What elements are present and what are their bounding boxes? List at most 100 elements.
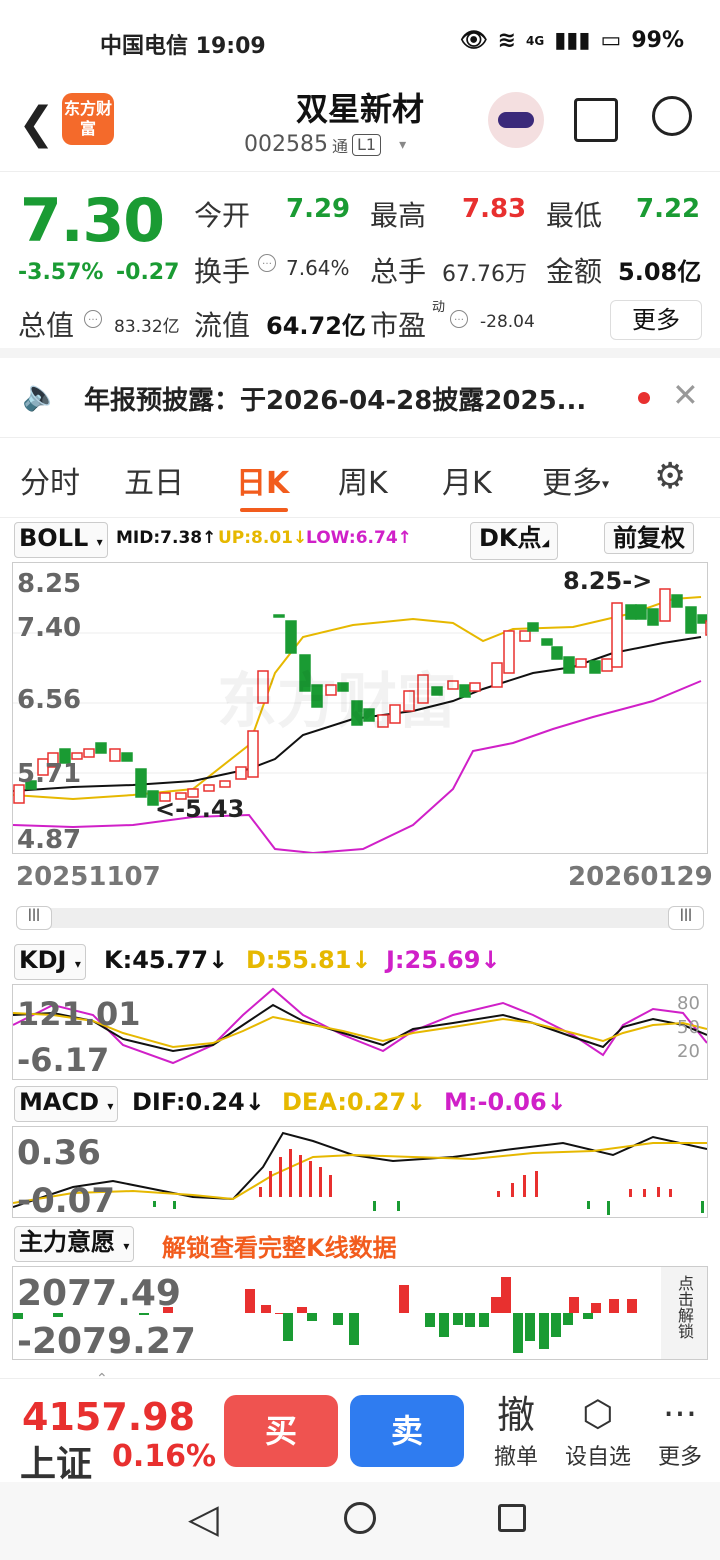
macd-histogram-bar: [299, 1155, 302, 1197]
signal-icon: ▮▮▮: [554, 28, 591, 53]
status-icons: 👁 ≋ 4G ▮▮▮ ▭ 99%: [460, 28, 684, 53]
flow-bar: [551, 1313, 561, 1337]
settings-gear-icon[interactable]: ⚙: [654, 456, 686, 497]
more-label: 更多: [657, 1445, 702, 1470]
candle: [685, 606, 697, 634]
buy-button[interactable]: 买: [224, 1395, 338, 1467]
range-slider-track[interactable]: ||| |||: [16, 906, 704, 930]
tab-weekly-k[interactable]: 周K: [338, 458, 388, 502]
index-value[interactable]: 4157.98: [22, 1395, 195, 1439]
macd-histogram-bar: [523, 1175, 526, 1197]
close-icon[interactable]: ✕: [672, 376, 699, 414]
flow-bar: [627, 1299, 637, 1313]
index-percent: 0.16%: [112, 1439, 217, 1474]
share-icon[interactable]: [574, 98, 618, 142]
candle: [671, 594, 683, 608]
adjust-button[interactable]: 前复权: [604, 522, 694, 554]
flow-bar: [501, 1277, 511, 1313]
info-icon[interactable]: …: [258, 254, 276, 272]
tab-more[interactable]: 更多▾: [542, 458, 609, 502]
kdj-k: K:45.77↓: [104, 946, 229, 974]
add-watchlist-button[interactable]: ⬡ 设自选: [560, 1391, 636, 1471]
candle: [589, 660, 601, 674]
zlyy-chart[interactable]: 2077.49 -2079.27 点击解锁: [12, 1266, 708, 1362]
boll-up: UP:8.01↓: [218, 528, 308, 548]
flow-bar: [583, 1313, 593, 1319]
tab-intraday[interactable]: 分时: [20, 458, 80, 502]
high-value: 7.83: [462, 194, 527, 224]
more-actions-button[interactable]: ··· 更多: [652, 1391, 708, 1471]
sell-button[interactable]: 卖: [350, 1395, 464, 1467]
nav-recent-icon[interactable]: [498, 1504, 526, 1532]
candle: [459, 684, 471, 698]
macd-chart[interactable]: 0.36 -0.07: [12, 1126, 708, 1221]
search-icon[interactable]: [652, 96, 692, 136]
kdj-header: KDJ ▾ K:45.77↓ D:55.81↓ J:25.69↓: [0, 944, 720, 980]
zlyy-y-top: 2077.49: [17, 1273, 181, 1314]
info-icon[interactable]: …: [450, 310, 468, 328]
macd-histogram-bar: [373, 1201, 376, 1211]
macd-histogram-bar: [629, 1189, 632, 1197]
flow-bar: [283, 1313, 293, 1341]
candle: [135, 768, 147, 798]
dk-point-label: DK点: [479, 524, 542, 552]
low-marker: <-5.43: [155, 795, 245, 823]
dropdown-icon: ▾: [107, 1099, 114, 1113]
dk-point-button[interactable]: DK点◢: [470, 522, 559, 560]
watchlist-label: 设自选: [564, 1445, 631, 1470]
volume-label: 总手: [370, 255, 427, 288]
high-marker: 8.25->: [563, 567, 653, 595]
cancel-order-button[interactable]: 撤 撤单: [488, 1391, 544, 1471]
more-quote-button[interactable]: 更多: [610, 300, 702, 340]
last-price: 7.30: [20, 186, 165, 256]
candle: [469, 682, 481, 692]
boll-selector[interactable]: BOLL ▾: [14, 522, 108, 558]
macd-histogram-bar: [279, 1157, 282, 1197]
macd-histogram-bar: [173, 1201, 176, 1209]
pe-value: -28.04: [480, 312, 535, 332]
tab-more-label: 更多: [542, 466, 602, 501]
carrier-time: 中国电信 19:09: [100, 34, 266, 59]
kdj-chart[interactable]: 121.01 -6.17 80 50 20: [12, 984, 708, 1080]
nav-home-icon[interactable]: [344, 1502, 376, 1534]
range-handle-left[interactable]: |||: [16, 906, 52, 930]
amount-value: 5.08亿: [618, 258, 702, 286]
float-cap-label: 流值: [194, 309, 251, 342]
macd-histogram-bar: [657, 1187, 660, 1197]
pe-dynamic-mark: 动: [432, 300, 446, 315]
candle: [575, 658, 587, 668]
kdj-selector[interactable]: KDJ ▾: [14, 944, 86, 980]
y-label-4: 5.71: [17, 759, 82, 789]
dropdown-icon: ▾: [96, 535, 103, 549]
tab-monthly-k[interactable]: 月K: [442, 458, 492, 502]
macd-histogram-bar: [511, 1183, 514, 1197]
macd-histogram-bar: [643, 1189, 646, 1197]
speaker-icon: 🔈: [22, 378, 60, 413]
macd-m: M:-0.06↓: [444, 1088, 567, 1116]
kdj-level-50: 50: [677, 1017, 700, 1038]
info-icon[interactable]: …: [84, 310, 102, 328]
unlock-link[interactable]: 解锁查看完整K线数据: [162, 1228, 397, 1263]
stock-code: 002585: [244, 132, 328, 157]
kline-chart[interactable]: 8.25 7.40 6.56 5.71 4.87 8.25-> <-5.43 东…: [12, 562, 708, 855]
zlyy-selector[interactable]: 主力意愿 ▾: [14, 1226, 135, 1262]
macd-dea: DEA:0.27↓: [282, 1088, 427, 1116]
tab-five-day[interactable]: 五日: [124, 458, 184, 502]
notice-bar[interactable]: 🔈 年报预披露：于2026-04-28披露2025... ✕: [0, 358, 720, 438]
notice-text[interactable]: 年报预披露：于2026-04-28披露2025...: [84, 380, 586, 417]
collapse-handle-icon[interactable]: ⌃: [96, 1371, 108, 1387]
mktcap-value: 83.32亿: [114, 317, 180, 337]
flow-bar: [349, 1313, 359, 1345]
dropdown-icon[interactable]: ▾: [399, 137, 406, 153]
flow-bar: [513, 1313, 523, 1353]
candle: [647, 608, 659, 626]
robot-avatar-icon[interactable]: [488, 92, 544, 148]
tab-daily-k[interactable]: 日K: [236, 458, 289, 502]
range-handle-right[interactable]: |||: [668, 906, 704, 930]
level-tag: L1: [352, 133, 382, 156]
candle: [285, 620, 297, 654]
macd-selector[interactable]: MACD ▾: [14, 1086, 119, 1122]
unlock-side-button[interactable]: 点击解锁: [661, 1267, 707, 1359]
macd-histogram-bar: [535, 1171, 538, 1197]
nav-back-icon[interactable]: ◁: [188, 1496, 219, 1542]
